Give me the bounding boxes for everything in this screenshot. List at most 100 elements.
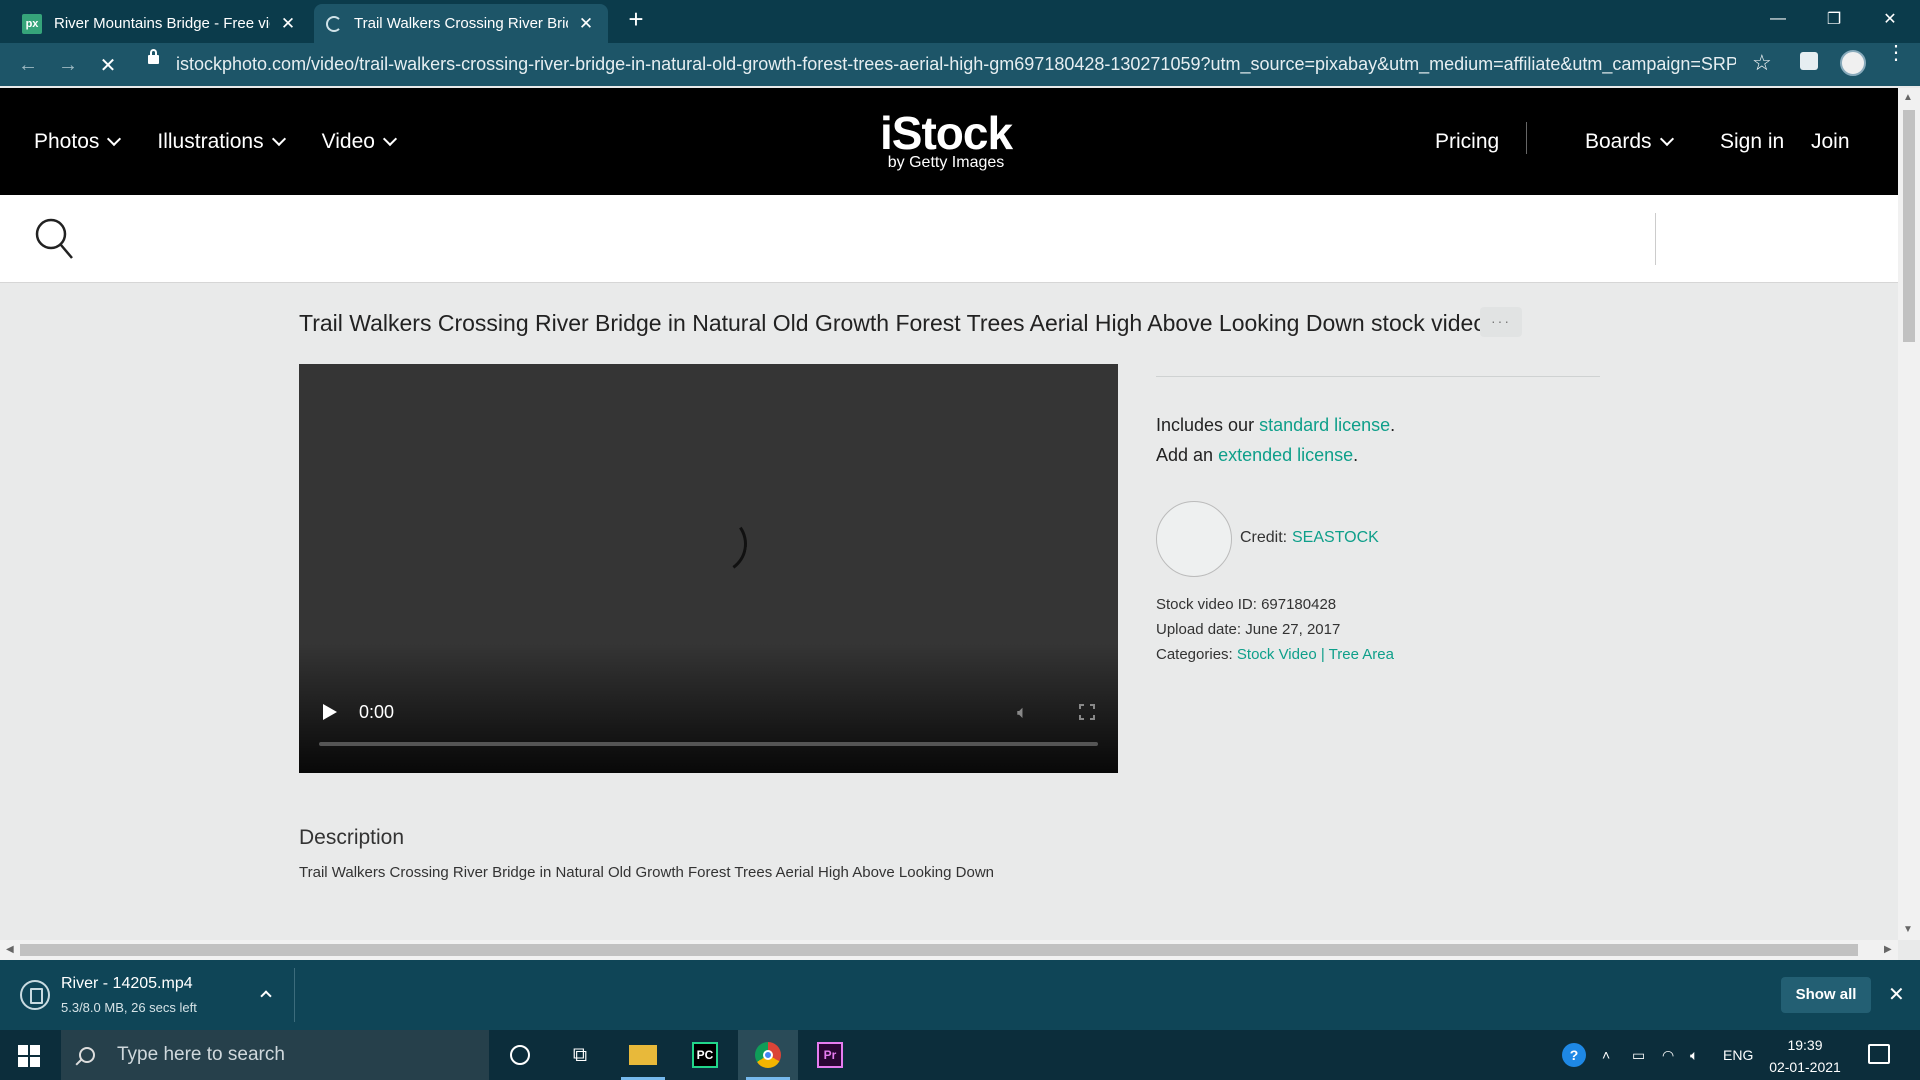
contributor-avatar[interactable] (1156, 501, 1232, 577)
join-link[interactable]: Join (1811, 130, 1850, 154)
sign-in-link[interactable]: Sign in (1720, 130, 1784, 154)
sidebar-divider (1156, 376, 1600, 377)
profile-avatar[interactable] (1840, 50, 1866, 76)
scroll-left-icon[interactable]: ◀ (6, 944, 14, 955)
more-options-button[interactable]: ··· (1480, 307, 1522, 337)
premiere-icon[interactable]: Pr (800, 1030, 860, 1080)
scroll-right-icon[interactable]: ▶ (1884, 944, 1892, 955)
forward-arrow-icon[interactable]: → (52, 49, 84, 81)
volume-icon[interactable]: 🔈︎ (1017, 702, 1028, 723)
contributor-link[interactable]: SEASTOCK (1292, 529, 1379, 547)
new-tab-button[interactable]: + (622, 6, 650, 34)
loading-spinner-icon (682, 509, 752, 579)
categories-label: Categories: (1156, 646, 1233, 663)
header-divider (1526, 122, 1527, 154)
nav-video[interactable]: Video (322, 130, 398, 154)
logo-sub: by Getty Images (887, 154, 1005, 171)
clock-time: 19:39 (1787, 1037, 1823, 1053)
upload-date-value: June 27, 2017 (1245, 621, 1341, 638)
file-explorer-icon[interactable] (613, 1030, 673, 1080)
wifi-icon[interactable]: ◠ (1662, 1030, 1674, 1080)
stop-loading-icon[interactable]: ✕ (92, 49, 124, 81)
scroll-down-icon[interactable]: ▼ (1903, 924, 1913, 935)
loading-spinner-icon (326, 15, 342, 32)
windows-start-icon[interactable] (18, 1045, 40, 1067)
close-window-icon[interactable]: ✕ (1862, 0, 1918, 38)
credit-label: Credit: (1240, 529, 1288, 546)
browser-tab-istock[interactable]: Trail Walkers Crossing River Bridge ✕ (314, 4, 608, 43)
extensions-puzzle-icon[interactable] (1800, 52, 1818, 70)
scroll-up-icon[interactable]: ▲ (1903, 92, 1913, 103)
search-bar (0, 195, 1898, 283)
close-shelf-icon[interactable]: ✕ (1888, 982, 1905, 1007)
chevron-down-icon (382, 131, 398, 147)
current-time: 0:00 (359, 702, 395, 722)
search-icon[interactable] (34, 217, 74, 261)
taskbar-search[interactable]: Type here to search (61, 1030, 489, 1080)
shelf-divider (294, 968, 295, 1022)
close-tab-icon[interactable]: ✕ (576, 14, 596, 34)
category-link-tree-area[interactable]: Tree Area (1329, 646, 1394, 663)
scroll-thumb[interactable] (1903, 110, 1915, 342)
stock-id-value: 697180428 (1261, 596, 1337, 613)
download-filename[interactable]: River - 14205.mp4 (61, 975, 193, 993)
chrome-icon[interactable] (738, 1030, 798, 1080)
scroll-thumb[interactable] (20, 944, 1858, 956)
chevron-down-icon (1659, 131, 1674, 147)
minimize-icon[interactable]: — (1750, 0, 1806, 38)
chevron-up-icon[interactable] (260, 990, 272, 1002)
restore-icon[interactable]: ❐ (1806, 0, 1862, 38)
vertical-scrollbar[interactable]: ▲ ▼ (1898, 88, 1920, 940)
show-all-button[interactable]: Show all (1781, 977, 1871, 1013)
category-link-stock-video[interactable]: Stock Video (1237, 646, 1317, 663)
nav-illustrations[interactable]: Illustrations (157, 130, 286, 154)
page-title: Trail Walkers Crossing River Bridge in N… (299, 310, 1487, 336)
back-arrow-icon[interactable]: ← (12, 49, 44, 81)
stock-id-row: Stock video ID: 697180428 (1156, 596, 1336, 613)
browser-tab-strip: px River Mountains Bridge - Free video ✕… (0, 0, 1920, 43)
tray-overflow-icon[interactable]: ˄ (1602, 1030, 1610, 1080)
notifications-icon[interactable] (1868, 1044, 1890, 1064)
pixabay-favicon-icon: px (22, 13, 42, 34)
istock-logo[interactable]: iStock by Getty Images (880, 110, 1013, 172)
taskbar-search-placeholder: Type here to search (117, 1044, 285, 1065)
standard-license-line: Includes our standard license. (1156, 415, 1395, 436)
standard-license-link[interactable]: standard license (1259, 415, 1390, 435)
volume-icon[interactable]: 🔈︎ (1690, 1030, 1698, 1080)
horizontal-scrollbar[interactable]: ◀ ▶ (0, 940, 1898, 960)
nav-photos-label: Photos (34, 130, 100, 153)
cortana-icon[interactable] (490, 1030, 550, 1080)
fullscreen-icon[interactable] (1079, 704, 1095, 720)
stock-id-label: Stock video ID: (1156, 596, 1257, 613)
bookmark-star-icon[interactable]: ☆ (1752, 50, 1772, 76)
boards-menu[interactable]: Boards (1585, 130, 1674, 154)
upload-date-row: Upload date: June 27, 2017 (1156, 621, 1340, 638)
task-view-icon[interactable]: ⧉ (550, 1030, 610, 1080)
pycharm-icon[interactable]: PC (675, 1030, 735, 1080)
boards-label: Boards (1585, 130, 1652, 153)
extended-license-link[interactable]: extended license (1218, 445, 1353, 465)
browser-menu-icon[interactable]: ⋮ (1886, 43, 1906, 63)
tab-title: River Mountains Bridge - Free video (54, 15, 270, 32)
battery-icon[interactable]: ▭ (1632, 1030, 1645, 1080)
nav-photos[interactable]: Photos (34, 130, 122, 154)
play-icon[interactable] (323, 704, 337, 720)
video-player[interactable]: 0:00 🔈︎ (299, 364, 1118, 773)
download-shelf: River - 14205.mp4 5.3/8.0 MB, 26 secs le… (0, 960, 1920, 1030)
seek-bar[interactable] (319, 742, 1098, 746)
address-bar[interactable]: istockphoto.com/video/trail-walkers-cros… (176, 54, 1736, 75)
extended-license-line: Add an extended license. (1156, 445, 1358, 466)
search-input[interactable] (95, 215, 1645, 263)
help-icon[interactable]: ? (1562, 1030, 1586, 1080)
close-tab-icon[interactable]: ✕ (278, 14, 298, 34)
browser-tab-pixabay[interactable]: px River Mountains Bridge - Free video ✕ (10, 4, 310, 43)
language-indicator[interactable]: ENG (1723, 1030, 1753, 1080)
pricing-link[interactable]: Pricing (1435, 130, 1499, 154)
windows-taskbar: Type here to search ⧉ PC Pr ? ˄ ▭ ◠ 🔈︎ E… (0, 1030, 1920, 1080)
chevron-down-icon (271, 131, 286, 147)
category-separator: | (1320, 646, 1325, 663)
file-icon (20, 980, 50, 1010)
lock-icon[interactable] (148, 49, 159, 64)
controls-gradient (299, 643, 1118, 773)
clock[interactable]: 19:39 02-01-2021 (1760, 1034, 1850, 1078)
